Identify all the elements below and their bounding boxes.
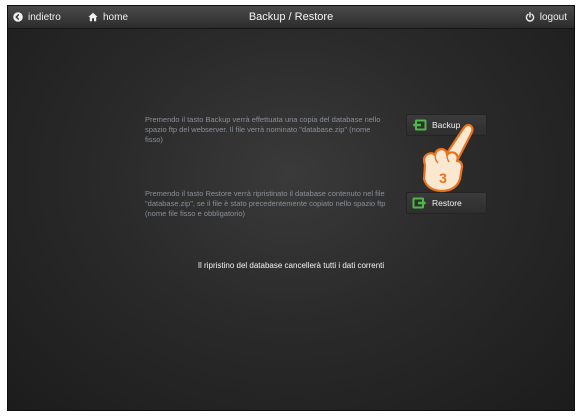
tutorial-hand-icon: 3 <box>422 123 474 193</box>
backup-description: Premendo il tasto Backup verrà effettuat… <box>145 115 381 144</box>
top-bar: indietro home Backup / Restore logout <box>8 6 574 29</box>
restore-button[interactable]: Restore <box>406 192 487 214</box>
power-icon <box>525 12 535 22</box>
logout-button[interactable]: logout <box>525 6 567 28</box>
page-title: Backup / Restore <box>248 11 334 23</box>
logout-label: logout <box>539 11 567 23</box>
tutorial-step-number: 3 <box>439 170 447 186</box>
restore-icon <box>412 197 427 208</box>
restore-button-label: Restore <box>432 198 462 208</box>
restore-description: Premendo il tasto Restore verrà ripristi… <box>145 189 386 218</box>
screenshot-frame: indietro home Backup / Restore logout Pr… <box>0 0 579 416</box>
app-screen: indietro home Backup / Restore logout Pr… <box>7 5 575 411</box>
restore-warning: Il ripristino del database cancellerà tu… <box>197 261 385 270</box>
